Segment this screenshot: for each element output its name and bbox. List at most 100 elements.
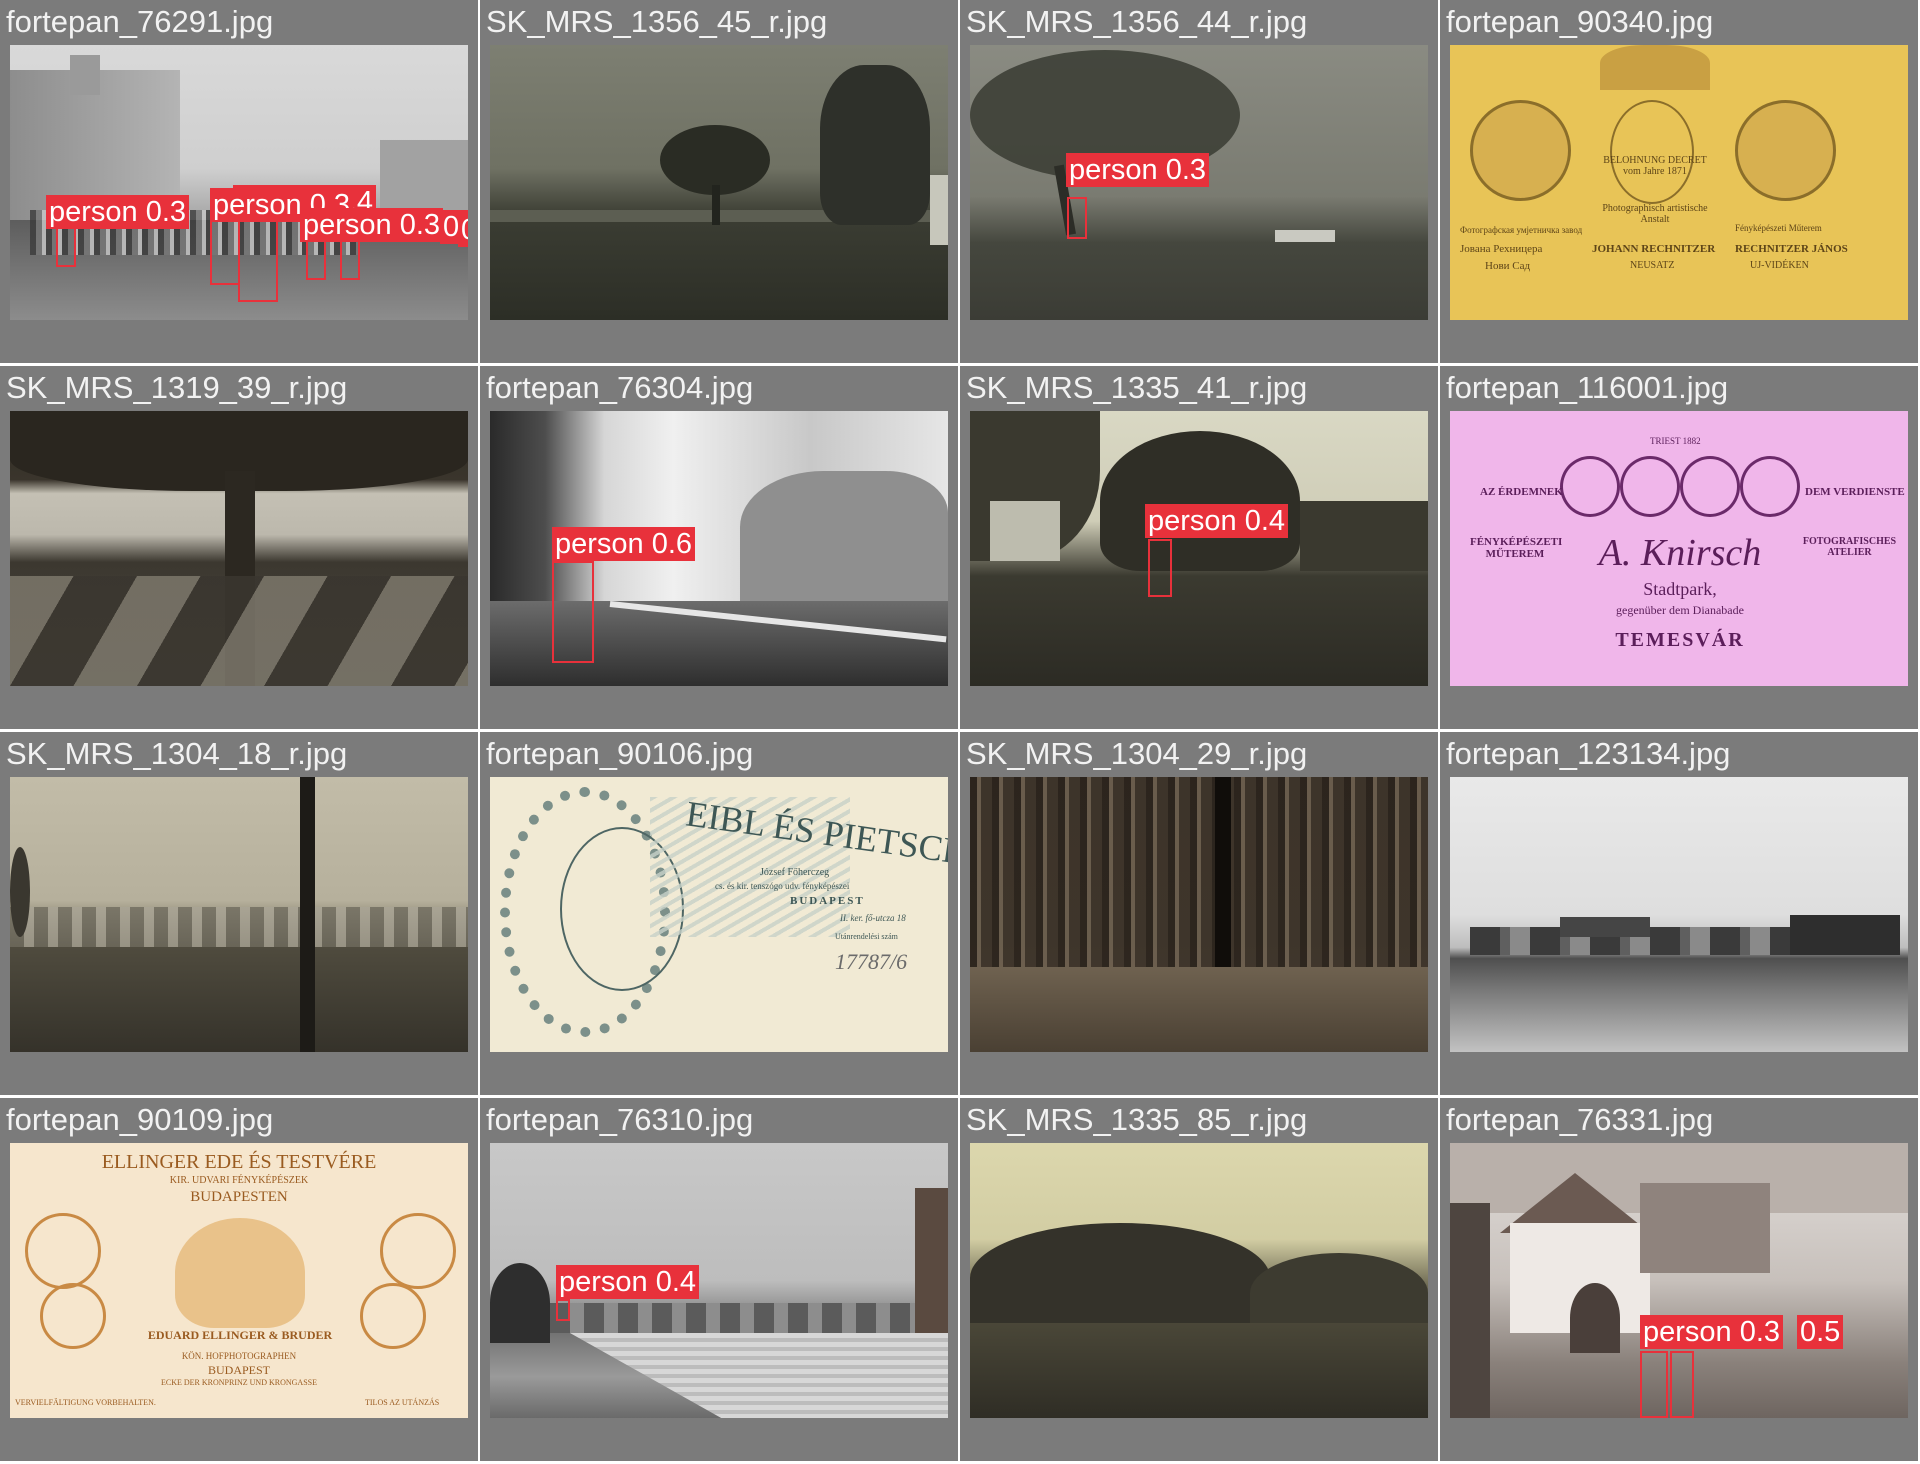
tile-filename: fortepan_90340.jpg <box>1446 4 1714 39</box>
card-text: Нови Сад <box>1485 260 1531 272</box>
card-text: BELOHNUNG DECRET vom Jahre 1871 <box>1603 155 1707 177</box>
detection-label: person 0.3 <box>300 208 444 242</box>
detection-box <box>1067 197 1087 239</box>
detection-box <box>556 1299 570 1321</box>
tile-photo <box>10 411 468 686</box>
card-text: UJ-VIDÉKEN <box>1750 260 1809 271</box>
card-text: Photographisch artistische Anstalt <box>1602 203 1708 225</box>
card-text: II. ker. fő-utcza 18 <box>840 913 906 923</box>
result-tile[interactable]: fortepan_90340.jpg BELOHNUNG DECRET vom … <box>1440 0 1918 363</box>
detection-box <box>552 561 594 663</box>
card-text: Fényképészeti Műterem <box>1735 223 1822 233</box>
result-tile[interactable]: SK_MRS_1356_45_r.jpg <box>480 0 958 363</box>
card-text: BUDAPEST <box>790 895 865 907</box>
tile-filename: SK_MRS_1356_44_r.jpg <box>966 4 1308 39</box>
tile-photo: ELLINGER EDE ÉS TESTVÉRE KIR. UDVARI FÉN… <box>10 1143 468 1418</box>
detection-results-grid: fortepan_76291.jpg person 0.3 person 0.4… <box>0 0 1920 1464</box>
card-text: Јована Рехницера <box>1460 243 1543 255</box>
card-text: NEUSATZ <box>1630 260 1675 271</box>
detection-label: person 0.3 <box>1640 1315 1784 1349</box>
detection-label: person 0.6 <box>552 527 696 561</box>
tile-filename: fortepan_76291.jpg <box>6 4 274 39</box>
card-text: A. Knirsch <box>1598 532 1762 574</box>
result-tile[interactable]: SK_MRS_1304_18_r.jpg <box>0 732 478 1095</box>
tile-photo <box>970 777 1428 1052</box>
result-tile[interactable]: SK_MRS_1319_39_r.jpg <box>0 366 478 729</box>
card-text: ECKE DER KRONPRINZ UND KRONGASSE <box>160 1378 317 1387</box>
tile-filename: SK_MRS_1304_29_r.jpg <box>966 736 1308 771</box>
tile-filename: SK_MRS_1304_18_r.jpg <box>6 736 348 771</box>
card-text: BUDAPESTEN <box>190 1189 288 1205</box>
detection-label: person 0.4 <box>556 1265 700 1299</box>
tile-filename: fortepan_90109.jpg <box>6 1102 274 1137</box>
detection-label: 0.5 <box>1797 1315 1844 1349</box>
card-text: Фотографская умјетничка завод <box>1460 225 1583 235</box>
result-tile[interactable]: fortepan_90106.jpg EIBL ÉS PIETSCH Józse… <box>480 732 958 1095</box>
tile-photo <box>490 45 948 320</box>
tile-filename: SK_MRS_1335_41_r.jpg <box>966 370 1308 405</box>
card-text: TEMESVÁR <box>1615 629 1745 651</box>
card-text: BUDAPEST <box>207 1363 270 1377</box>
detection-label: 0.3 <box>458 213 468 247</box>
detection-box <box>1148 539 1172 597</box>
tile-filename: SK_MRS_1335_85_r.jpg <box>966 1102 1308 1137</box>
detection-box <box>210 215 240 285</box>
card-text: TILOS AZ UTÁNZÁS <box>365 1398 440 1407</box>
tile-photo <box>1450 777 1908 1052</box>
tile-photo <box>10 777 468 1052</box>
tile-filename: fortepan_116001.jpg <box>1446 370 1729 405</box>
card-text: ELLINGER EDE ÉS TESTVÉRE <box>101 1151 377 1173</box>
detection-box <box>56 227 76 267</box>
tile-photo: person 0.3 0.5 <box>1450 1143 1908 1418</box>
result-tile[interactable]: fortepan_76331.jpg person 0.3 0.5 <box>1440 1098 1918 1461</box>
result-tile[interactable]: fortepan_90109.jpg ELLINGER EDE ÉS TESTV… <box>0 1098 478 1461</box>
card-text: DEM VERDIENSTE <box>1805 486 1905 498</box>
card-text: VERVIELFÄLTIGUNG VORBEHALTEN. <box>15 1398 156 1407</box>
tile-photo: EIBL ÉS PIETSCH József Főherczeg cs. és … <box>490 777 948 1052</box>
result-tile[interactable]: fortepan_76291.jpg person 0.3 person 0.4… <box>0 0 478 363</box>
tile-photo: person 0.4 <box>970 411 1428 686</box>
tile-filename: SK_MRS_1356_45_r.jpg <box>486 4 828 39</box>
result-tile[interactable]: SK_MRS_1335_41_r.jpg person 0.4 <box>960 366 1438 729</box>
card-text: József Főherczeg <box>760 867 830 878</box>
result-tile[interactable]: SK_MRS_1335_85_r.jpg <box>960 1098 1438 1461</box>
tile-filename: fortepan_76331.jpg <box>1446 1102 1714 1137</box>
card-text: RECHNITZER JÁNOS <box>1735 243 1848 255</box>
result-tile[interactable]: fortepan_76310.jpg person 0.4 <box>480 1098 958 1461</box>
result-tile[interactable]: fortepan_116001.jpg TRIEST 1882 AZ ÉRDEM… <box>1440 366 1918 729</box>
tile-filename: fortepan_76304.jpg <box>486 370 754 405</box>
card-text: FÉNYKÉPÉSZETI MŰTEREM <box>1470 536 1563 560</box>
detection-box <box>238 217 278 302</box>
detection-label: person 0.3 <box>46 195 190 229</box>
result-tile[interactable]: SK_MRS_1304_29_r.jpg <box>960 732 1438 1095</box>
tile-filename: SK_MRS_1319_39_r.jpg <box>6 370 348 405</box>
detection-label: person 0.4 <box>1145 504 1289 538</box>
result-tile[interactable]: fortepan_123134.jpg <box>1440 732 1918 1095</box>
card-text: 17787/6 <box>835 949 908 974</box>
tile-photo: person 0.4 <box>490 1143 948 1418</box>
card-text: Stadtpark, <box>1643 579 1717 599</box>
card-text: KÖN. HOFPHOTOGRAPHEN <box>181 1351 297 1361</box>
tile-photo <box>970 1143 1428 1418</box>
tile-filename: fortepan_76310.jpg <box>486 1102 754 1137</box>
tile-photo: person 0.3 person 0.4 person 0.3 0.3 per… <box>10 45 468 320</box>
card-text: FOTOGRAFISCHES ATELIER <box>1802 536 1897 558</box>
card-text: cs. és kir. tenszógo udv. fényképészei <box>715 881 850 891</box>
tile-photo: person 0.6 <box>490 411 948 686</box>
card-text: AZ ÉRDEMNEK <box>1480 486 1563 498</box>
tile-filename: fortepan_90106.jpg <box>486 736 754 771</box>
card-text: JOHANN RECHNITZER <box>1592 243 1716 255</box>
tile-filename: fortepan_123134.jpg <box>1446 736 1731 771</box>
detection-box <box>1670 1351 1694 1418</box>
tile-photo: TRIEST 1882 AZ ÉRDEMNEK DEM VERDIENSTE F… <box>1450 411 1908 686</box>
card-text: TRIEST 1882 <box>1650 436 1701 446</box>
detection-label: person 0.3 <box>1066 153 1210 187</box>
card-text: EDUARD ELLINGER & BRUDER <box>147 1328 333 1342</box>
card-text: Utánrendelési szám <box>835 932 898 941</box>
tile-photo: BELOHNUNG DECRET vom Jahre 1871 Фотограф… <box>1450 45 1908 320</box>
result-tile[interactable]: SK_MRS_1356_44_r.jpg person 0.3 <box>960 0 1438 363</box>
card-text: gegenüber dem Dianabade <box>1616 603 1744 617</box>
tile-photo: person 0.3 <box>970 45 1428 320</box>
detection-box <box>1640 1351 1668 1418</box>
result-tile[interactable]: fortepan_76304.jpg person 0.6 <box>480 366 958 729</box>
